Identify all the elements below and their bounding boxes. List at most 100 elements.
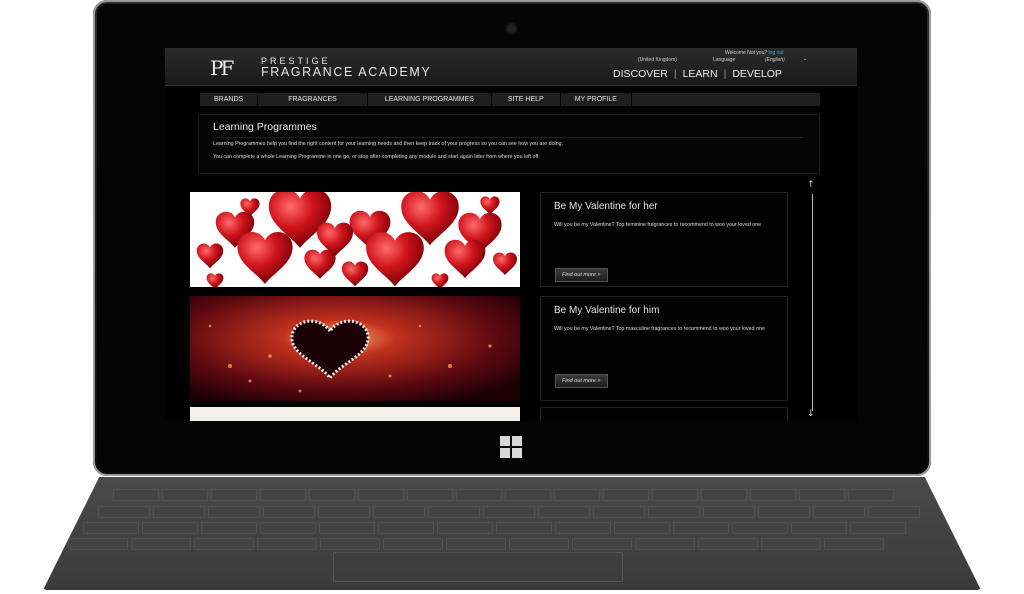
key[interactable] — [603, 489, 649, 501]
key[interactable] — [538, 506, 590, 518]
tab-site-help[interactable]: SITE HELP — [492, 93, 561, 106]
key[interactable] — [554, 489, 600, 501]
key[interactable] — [483, 506, 535, 518]
key[interactable] — [309, 489, 355, 501]
glowing-heart-illustration — [190, 296, 520, 401]
programme-description: Will you be my Valentine? Top masculine … — [554, 326, 765, 332]
tab-fragrances[interactable]: FRAGRANCES — [258, 93, 368, 106]
key[interactable] — [648, 506, 700, 518]
key[interactable] — [428, 506, 480, 518]
programme-title[interactable]: Be My Valentine for her — [554, 201, 658, 212]
key[interactable] — [761, 538, 821, 550]
key[interactable] — [131, 538, 191, 550]
key[interactable] — [614, 522, 670, 534]
key[interactable] — [319, 522, 375, 534]
key[interactable] — [318, 506, 370, 518]
key[interactable] — [456, 489, 502, 501]
key[interactable] — [407, 489, 453, 501]
main-nav: DISCOVER | LEARN | DEVELOP — [613, 68, 782, 80]
key[interactable] — [162, 489, 208, 501]
find-out-more-button[interactable]: Find out more » — [555, 374, 608, 388]
key[interactable] — [701, 489, 747, 501]
key[interactable] — [572, 538, 632, 550]
key[interactable] — [113, 489, 159, 501]
programme-image-glowing-heart[interactable] — [190, 296, 520, 401]
key[interactable] — [153, 506, 205, 518]
key[interactable] — [83, 522, 139, 534]
key[interactable] — [263, 506, 315, 518]
nav-develop[interactable]: DEVELOP — [732, 68, 782, 80]
keyboard-row — [98, 506, 920, 518]
key[interactable] — [358, 489, 404, 501]
language-label: Language — [713, 57, 736, 63]
key[interactable] — [850, 522, 906, 534]
tab-brands[interactable]: BRANDS — [200, 93, 259, 106]
key[interactable] — [673, 522, 729, 534]
key[interactable] — [509, 538, 569, 550]
scroll-track[interactable] — [812, 194, 813, 411]
programme-card-2: Be My Valentine for him Will you be my V… — [540, 296, 788, 401]
key[interactable] — [446, 538, 506, 550]
programme-image-partial[interactable] — [190, 407, 520, 421]
key[interactable] — [142, 522, 198, 534]
programme-description: Will you be my Valentine? Top feminine f… — [554, 222, 762, 228]
programme-title[interactable]: Be My Valentine for him — [554, 305, 659, 316]
key[interactable] — [750, 489, 796, 501]
scrollbar[interactable]: ↑ ↓ — [805, 180, 821, 421]
keyboard-row — [68, 538, 884, 550]
key[interactable] — [555, 522, 611, 534]
windows-logo-icon[interactable] — [500, 436, 522, 458]
tab-my-profile[interactable]: MY PROFILE — [561, 93, 632, 106]
programme-card-1: Be My Valentine for her Will you be my V… — [540, 192, 788, 287]
nav-discover[interactable]: DISCOVER — [613, 68, 668, 80]
programme-image-hearts[interactable] — [190, 192, 520, 287]
section-nav: BRANDS FRAGRANCES LEARNING PROGRAMMES SI… — [200, 93, 820, 106]
key[interactable] — [824, 538, 884, 550]
key[interactable] — [813, 506, 865, 518]
region-selector[interactable]: (United Kingdom) — [638, 57, 677, 63]
key[interactable] — [505, 489, 551, 501]
key[interactable] — [593, 506, 645, 518]
key[interactable] — [868, 506, 920, 518]
nav-learn[interactable]: LEARN — [683, 68, 718, 80]
programme-list[interactable]: Be My Valentine for her Will you be my V… — [190, 184, 790, 421]
chevron-down-icon[interactable]: ⌄ — [803, 56, 807, 62]
key[interactable] — [320, 538, 380, 550]
site-header: PF PRESTIGE FRAGRANCE ACADEMY Welcome No… — [165, 48, 857, 86]
key[interactable] — [635, 538, 695, 550]
key[interactable] — [383, 538, 443, 550]
key[interactable] — [260, 489, 306, 501]
logout-link[interactable]: log out — [769, 50, 784, 56]
key[interactable] — [208, 506, 260, 518]
key[interactable] — [698, 538, 758, 550]
language-select[interactable]: (English) — [765, 57, 785, 63]
key[interactable] — [758, 506, 810, 518]
product-photo: PF PRESTIGE FRAGRANCE ACADEMY Welcome No… — [0, 0, 1024, 594]
find-out-more-button[interactable]: Find out more » — [555, 268, 608, 282]
key[interactable] — [373, 506, 425, 518]
key[interactable] — [211, 489, 257, 501]
tab-learning-programmes[interactable]: LEARNING PROGRAMMES — [368, 93, 492, 106]
key[interactable] — [260, 522, 316, 534]
key[interactable] — [791, 522, 847, 534]
nav-separator: | — [673, 68, 677, 80]
key[interactable] — [732, 522, 788, 534]
key[interactable] — [257, 538, 317, 550]
key[interactable] — [201, 522, 257, 534]
key[interactable] — [98, 506, 150, 518]
key[interactable] — [652, 489, 698, 501]
trackpad[interactable] — [333, 552, 623, 582]
key[interactable] — [437, 522, 493, 534]
key[interactable] — [848, 489, 894, 501]
key[interactable] — [378, 522, 434, 534]
scroll-down-arrow-icon[interactable]: ↓ — [807, 409, 815, 419]
pf-monogram-icon: PF — [210, 56, 234, 80]
scroll-up-arrow-icon[interactable]: ↑ — [807, 180, 815, 190]
key[interactable] — [194, 538, 254, 550]
key[interactable] — [799, 489, 845, 501]
key[interactable] — [703, 506, 755, 518]
key[interactable] — [68, 538, 128, 550]
key[interactable] — [496, 522, 552, 534]
keyboard-row — [83, 522, 906, 534]
nav-separator: | — [723, 68, 727, 80]
